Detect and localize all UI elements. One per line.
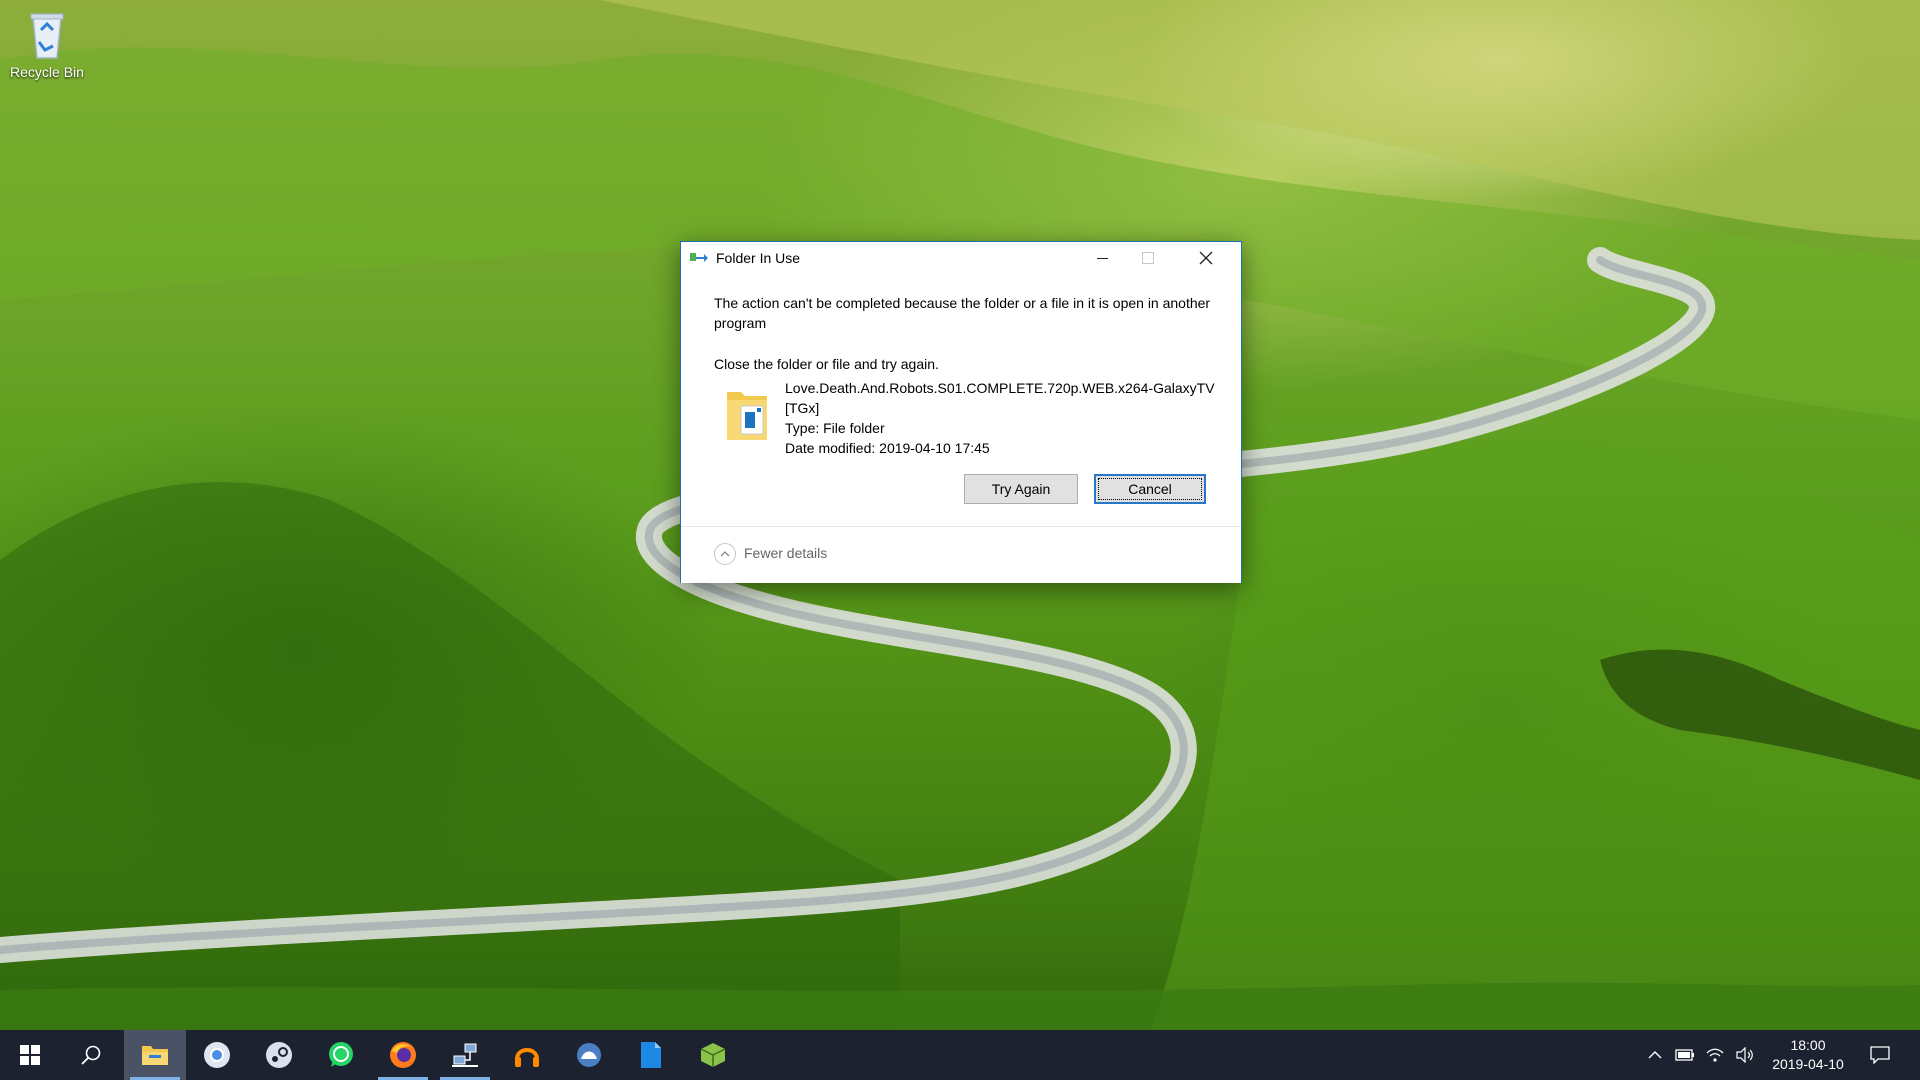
minimize-icon <box>1096 257 1108 259</box>
minimize-button[interactable] <box>1079 242 1125 274</box>
desktop-icon-recycle-bin[interactable]: Recycle Bin <box>6 8 88 80</box>
action-center-button[interactable] <box>1868 1044 1892 1066</box>
blue-document-app-icon <box>641 1042 661 1068</box>
start-button[interactable] <box>0 1030 60 1080</box>
taskbar-clock[interactable]: 18:00 2019-04-10 <box>1766 1036 1850 1074</box>
fewer-details-link[interactable]: Fewer details <box>744 545 827 561</box>
file-details: Love.Death.And.Robots.S01.COMPLETE.720p.… <box>723 378 1223 462</box>
file-explorer-icon <box>142 1046 168 1065</box>
wifi-icon <box>1706 1048 1724 1062</box>
taskbar-file-explorer[interactable] <box>124 1030 186 1080</box>
taskbar-network-app[interactable] <box>434 1030 496 1080</box>
dialog-title: Folder In Use <box>716 250 801 266</box>
volume-control[interactable] <box>1734 1044 1756 1066</box>
taskbar-chrome[interactable] <box>186 1030 248 1080</box>
action-center-icon <box>1870 1046 1890 1064</box>
firefox-icon <box>390 1042 416 1068</box>
show-hidden-icons-button[interactable] <box>1644 1044 1666 1066</box>
windows-start-icon <box>20 1045 40 1065</box>
clock-date: 2019-04-10 <box>1772 1056 1844 1072</box>
chevron-up-icon <box>1648 1051 1662 1059</box>
chevron-up-icon <box>720 551 730 557</box>
taskbar-blue-document-app[interactable] <box>620 1030 682 1080</box>
network-status[interactable] <box>1704 1044 1726 1066</box>
folder-icon <box>723 386 773 446</box>
folder-in-use-dialog: Folder In Use The action can't be comple… <box>680 241 1242 583</box>
dialog-titlebar[interactable]: Folder In Use <box>681 242 1241 274</box>
search-icon <box>81 1045 101 1065</box>
dialog-message: The action can't be completed because th… <box>714 295 1211 331</box>
desktop-wallpaper: Recycle Bin Folder In Use The action can… <box>0 0 1920 1080</box>
taskbar-green-cube-app[interactable] <box>682 1030 744 1080</box>
taskbar-steam[interactable] <box>248 1030 310 1080</box>
file-date-modified: Date modified: 2019-04-10 17:45 <box>785 440 990 456</box>
chrome-icon <box>204 1042 230 1068</box>
file-info: Love.Death.And.Robots.S01.COMPLETE.720p.… <box>785 378 1215 458</box>
file-move-icon <box>690 251 708 265</box>
close-icon <box>1199 251 1213 265</box>
taskbar-firefox[interactable] <box>372 1030 434 1080</box>
close-button[interactable] <box>1171 242 1241 274</box>
taskbar-blue-circle-app[interactable] <box>558 1030 620 1080</box>
clock-time: 18:00 <box>1790 1037 1826 1053</box>
maximize-button <box>1125 242 1171 274</box>
battery-icon <box>1675 1049 1694 1061</box>
taskbar-headphones-app[interactable] <box>496 1030 558 1080</box>
network-app-icon <box>452 1043 478 1067</box>
green-cube-app-icon <box>700 1043 726 1067</box>
maximize-icon <box>1142 252 1154 264</box>
blue-circle-app-icon <box>577 1043 601 1067</box>
collapse-details-button[interactable] <box>714 543 736 565</box>
search-button[interactable] <box>60 1030 122 1080</box>
try-again-button[interactable]: Try Again <box>964 474 1078 504</box>
file-name: Love.Death.And.Robots.S01.COMPLETE.720p.… <box>785 380 1215 416</box>
headphones-app-icon <box>515 1048 539 1067</box>
details-bar: Fewer details <box>681 526 1241 583</box>
cancel-button[interactable]: Cancel <box>1094 474 1206 504</box>
battery-status[interactable] <box>1674 1044 1696 1066</box>
desktop-icon-label: Recycle Bin <box>10 64 84 80</box>
file-type: Type: File folder <box>785 420 885 436</box>
whatsapp-icon <box>329 1042 353 1067</box>
dialog-instruction: Close the folder or file and try again. <box>714 356 939 372</box>
volume-icon <box>1736 1047 1753 1063</box>
steam-icon <box>266 1042 292 1068</box>
taskbar-whatsapp[interactable] <box>310 1030 372 1080</box>
recycle-bin-icon <box>23 8 71 60</box>
taskbar: 18:00 2019-04-10 <box>0 1030 1920 1080</box>
